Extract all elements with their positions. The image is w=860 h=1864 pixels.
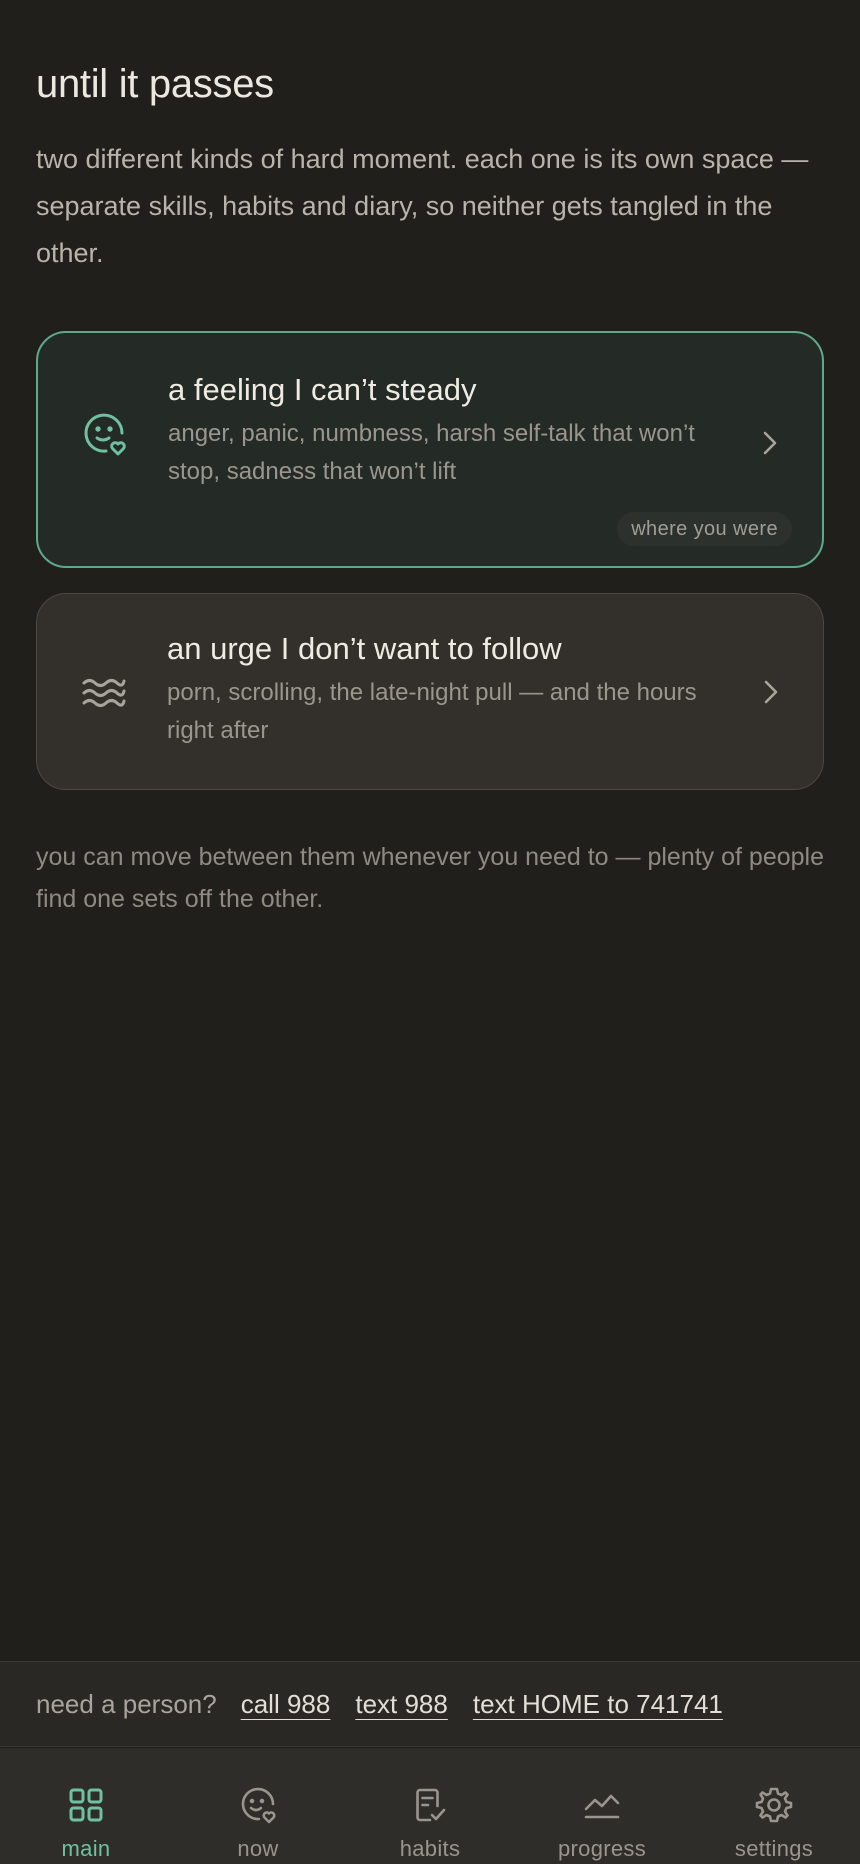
feeling-card-text: a feeling I can’t steady anger, panic, n… (168, 369, 728, 491)
urge-card-text: an urge I don’t want to follow porn, scr… (167, 628, 727, 750)
feeling-space-card[interactable]: a feeling I can’t steady anger, panic, n… (36, 331, 824, 568)
chevron-right-icon (763, 431, 777, 455)
urge-space-card[interactable]: an urge I don’t want to follow porn, scr… (36, 593, 824, 790)
trend-icon (584, 1794, 620, 1819)
page-title: until it passes (36, 62, 274, 106)
nav-habits[interactable]: habits (344, 1748, 516, 1864)
help-label: need a person? (36, 1688, 217, 1719)
grid-icon (69, 1788, 103, 1822)
face-heart-icon (241, 1787, 276, 1824)
nav-habits-label: habits (399, 1836, 461, 1861)
gear-icon (755, 1787, 793, 1823)
where-you-were-badge: where you were (617, 512, 792, 546)
nav-main-label: main (61, 1836, 111, 1861)
nav-progress-label: progress (558, 1836, 646, 1861)
waves-icon (82, 679, 126, 707)
home-screen: until it passes two different kinds of h… (0, 0, 860, 1864)
nav-settings-label: settings (734, 1836, 814, 1861)
face-heart-icon (84, 413, 126, 456)
feeling-card-title: a feeling I can’t steady (168, 372, 477, 407)
urge-card-description: porn, scrolling, the late-night pull — a… (167, 679, 697, 744)
checklist-icon (416, 1788, 446, 1822)
intro-text: two different kinds of hard moment. each… (36, 144, 809, 268)
footnote-text: you can move between them whenever you n… (36, 843, 825, 913)
chevron-right-icon (764, 680, 778, 704)
nav-now[interactable]: now (172, 1748, 344, 1864)
nav-settings[interactable]: settings (688, 1748, 860, 1864)
nav-now-label: now (237, 1836, 279, 1861)
call-988-link[interactable]: call 988 (241, 1689, 331, 1720)
urge-card-title: an urge I don’t want to follow (167, 631, 562, 666)
text-988-link[interactable]: text 988 (355, 1689, 448, 1720)
main-content: until it passes two different kinds of h… (0, 0, 860, 920)
bottom-nav: main now habits progress settings (0, 1748, 860, 1864)
nav-progress[interactable]: progress (516, 1748, 688, 1864)
feeling-card-description: anger, panic, numbness, harsh self-talk … (168, 420, 695, 485)
nav-main[interactable]: main (0, 1748, 172, 1864)
crisis-help-bar: need a person? call 988 text 988 text HO… (0, 1661, 860, 1747)
text-home-link[interactable]: text HOME to 741741 (473, 1689, 723, 1720)
